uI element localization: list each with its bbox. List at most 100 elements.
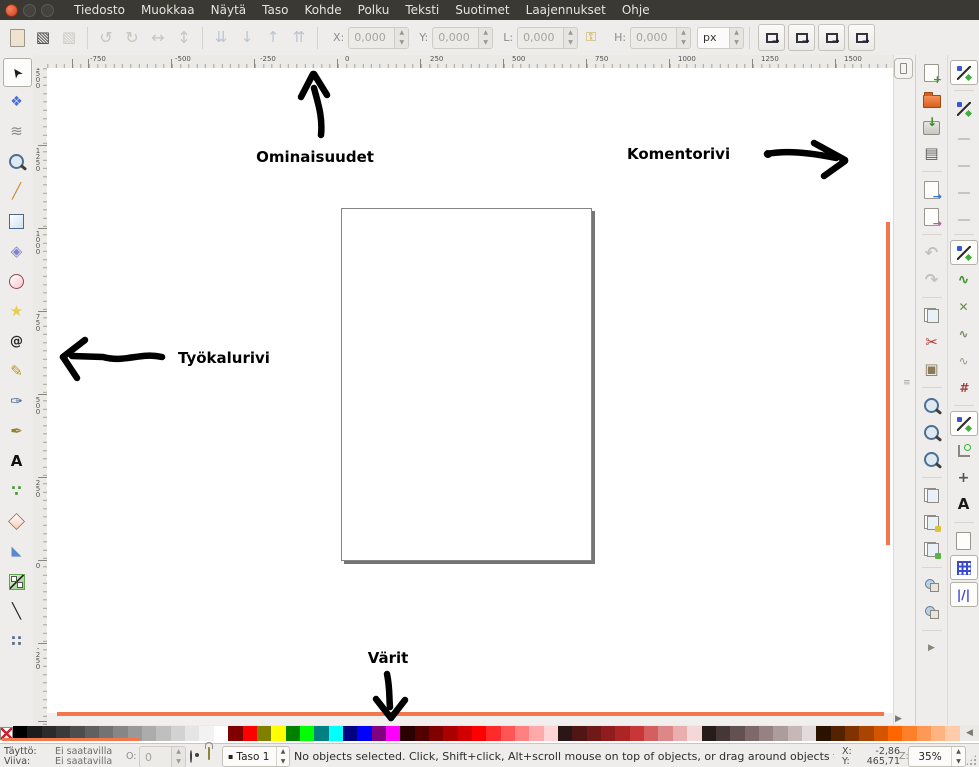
palette-swatch[interactable]: [199, 726, 213, 741]
menu-polku[interactable]: Polku: [350, 1, 398, 19]
redo-button[interactable]: ↷: [919, 267, 945, 292]
vertical-ruler[interactable]: 1500125010007505002500-250: [33, 68, 48, 727]
palette-swatch[interactable]: [788, 726, 802, 741]
palette-swatch[interactable]: [759, 726, 773, 741]
menu-suotimet[interactable]: Suotimet: [447, 1, 517, 19]
window-resize-grip[interactable]: [965, 754, 977, 766]
dock-grip-handle[interactable]: ≡: [903, 382, 911, 385]
flip-horizontal-button[interactable]: ↔: [145, 25, 171, 51]
unlink-clone-button[interactable]: [919, 537, 945, 562]
snap-midpoints-toggle[interactable]: #: [951, 375, 977, 400]
palette-swatch[interactable]: [386, 726, 400, 741]
palette-swatch[interactable]: [558, 726, 572, 741]
align-dialog-button[interactable]: [919, 573, 945, 598]
dropper-tool[interactable]: ╲: [3, 598, 30, 625]
palette-swatch[interactable]: [816, 726, 830, 741]
palette-swatch[interactable]: [615, 726, 629, 741]
palette-swatch[interactable]: [859, 726, 873, 741]
lower-button[interactable]: ↓: [234, 25, 260, 51]
select-all-button[interactable]: ▧: [30, 25, 56, 51]
palette-swatch[interactable]: [716, 726, 730, 741]
raise-to-top-button[interactable]: ⇈: [286, 25, 312, 51]
palette-swatch[interactable]: [874, 726, 888, 741]
snap-path-intersections-toggle[interactable]: ✕: [951, 294, 977, 319]
palette-swatch[interactable]: [443, 726, 457, 741]
palette-swatch[interactable]: [400, 726, 414, 741]
create-clone-button[interactable]: [919, 510, 945, 535]
scale-rounded-corners-toggle[interactable]: →: [788, 24, 815, 51]
import-bitmap-button[interactable]: →: [919, 177, 945, 202]
y-field[interactable]: 0,000▲▼: [432, 27, 493, 49]
palette-swatch[interactable]: [931, 726, 945, 741]
star-tool[interactable]: ★: [3, 298, 30, 325]
commands-overflow-arrow[interactable]: ▶: [919, 636, 945, 661]
move-patterns-toggle[interactable]: →: [848, 24, 875, 51]
palette-swatch[interactable]: [572, 726, 586, 741]
zoom-to-page-button[interactable]: [919, 447, 945, 472]
export-bitmap-button[interactable]: →: [919, 204, 945, 229]
duplicate-button[interactable]: [919, 483, 945, 508]
move-gradients-toggle[interactable]: →: [818, 24, 845, 51]
snap-rotation-centers-toggle[interactable]: +: [951, 465, 977, 490]
window-maximize-button[interactable]: [41, 4, 54, 17]
undo-button[interactable]: ↶: [919, 240, 945, 265]
palette-swatch[interactable]: [271, 726, 285, 741]
w-field-spinner[interactable]: ▲▼: [563, 28, 577, 48]
deselect-button[interactable]: ▧: [56, 25, 82, 51]
h-field[interactable]: 0,000▲▼: [630, 27, 691, 49]
palette-swatch[interactable]: [257, 726, 271, 741]
opacity-spinner[interactable]: ▲▼: [171, 747, 185, 767]
palette-swatch[interactable]: [630, 726, 644, 741]
raise-button[interactable]: ↑: [260, 25, 286, 51]
palette-swatch[interactable]: [730, 726, 744, 741]
snap-guides-toggle[interactable]: |/|: [950, 582, 978, 607]
palette-swatch[interactable]: [501, 726, 515, 741]
palette-swatch[interactable]: [802, 726, 816, 741]
snap-object-centers-toggle[interactable]: [951, 438, 977, 463]
rectangle-tool[interactable]: [3, 208, 30, 235]
palette-swatch[interactable]: [472, 726, 486, 741]
menu-näytä[interactable]: Näytä: [203, 1, 255, 19]
snap-cusp-nodes-toggle[interactable]: ∿: [951, 321, 977, 346]
palette-swatch[interactable]: [214, 726, 228, 741]
object-properties-button[interactable]: [919, 600, 945, 625]
palette-swatch[interactable]: [171, 726, 185, 741]
pen-tool[interactable]: ✑: [3, 388, 30, 415]
palette-swatch[interactable]: [687, 726, 701, 741]
vertical-scrollbar[interactable]: [893, 55, 916, 727]
connector-tool[interactable]: ∷: [3, 628, 30, 655]
gradient-tool[interactable]: [3, 568, 30, 595]
document-page[interactable]: [341, 208, 592, 561]
palette-swatch[interactable]: [888, 726, 902, 741]
menu-laajennukset[interactable]: Laajennukset: [518, 1, 614, 19]
palette-swatch[interactable]: [486, 726, 500, 741]
menu-muokkaa[interactable]: Muokkaa: [133, 1, 203, 19]
palette-scroll-left-icon[interactable]: ◀: [966, 728, 973, 738]
lower-to-bottom-button[interactable]: ⇊: [208, 25, 234, 51]
palette-swatch[interactable]: [286, 726, 300, 741]
palette-swatch[interactable]: [773, 726, 787, 741]
palette-swatch[interactable]: [300, 726, 314, 741]
palette-swatch[interactable]: [644, 726, 658, 741]
ellipse-tool[interactable]: [3, 268, 30, 295]
palette-swatch[interactable]: [845, 726, 859, 741]
snap-paths-toggle[interactable]: ∿: [951, 267, 977, 292]
menu-teksti[interactable]: Teksti: [397, 1, 447, 19]
flip-vertical-button[interactable]: ↕: [171, 25, 197, 51]
rotate-cw-button[interactable]: ↻: [119, 25, 145, 51]
zoom-to-drawing-button[interactable]: [919, 420, 945, 445]
palette-swatch[interactable]: [831, 726, 845, 741]
measure-tool[interactable]: ╱: [3, 178, 30, 205]
palette-swatch[interactable]: [243, 726, 257, 741]
palette-swatch[interactable]: [515, 726, 529, 741]
h-field-spinner[interactable]: ▲▼: [676, 28, 690, 48]
canvas[interactable]: [47, 68, 893, 713]
eraser-tool[interactable]: [3, 508, 30, 535]
palette-swatch[interactable]: [185, 726, 199, 741]
menu-ohje[interactable]: Ohje: [614, 1, 658, 19]
hscroll-right-arrow-icon[interactable]: ▶: [895, 714, 902, 724]
rotate-ccw-button[interactable]: ↺: [93, 25, 119, 51]
pencil-tool[interactable]: ✎: [3, 358, 30, 385]
opacity-spinbox[interactable]: 0▲▼: [139, 746, 186, 767]
window-minimize-button[interactable]: [23, 4, 36, 17]
